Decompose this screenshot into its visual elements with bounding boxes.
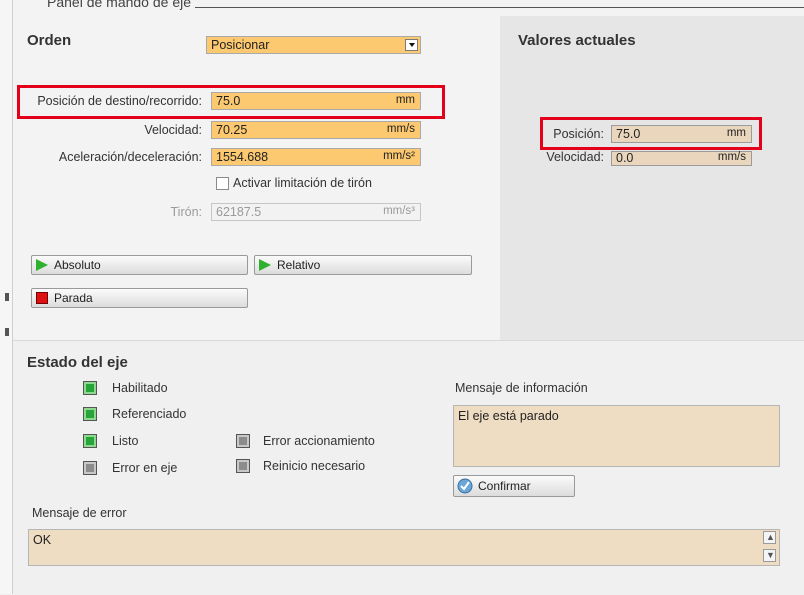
status-led-axis-error (83, 461, 97, 475)
stop-icon (36, 292, 48, 304)
highlight-target-box (17, 85, 445, 119)
confirm-icon (457, 478, 473, 494)
play-icon (259, 259, 271, 271)
info-message-box: El eje está parado (453, 405, 780, 467)
relative-button-label: Relativo (277, 258, 321, 272)
info-message-text: El eje está parado (458, 409, 559, 423)
left-edge-strip (0, 0, 13, 594)
actual-velocity-field: 0.0 mm/s (611, 151, 752, 166)
status-led-referenced (83, 407, 97, 421)
mode-select[interactable]: Posicionar (206, 36, 421, 54)
scroll-down-button[interactable]: ▼ (763, 549, 776, 562)
jerk-label: Tirón: (170, 205, 203, 219)
actual-velocity-label: Velocidad: (546, 150, 604, 164)
current-values-panel (500, 16, 804, 340)
status-led-restart-required (236, 459, 250, 473)
chevron-down-icon[interactable] (405, 39, 418, 51)
acceleration-label: Aceleración/deceleración: (58, 150, 202, 164)
absolute-button-label: Absoluto (54, 258, 101, 272)
play-icon (36, 259, 48, 271)
jerk-field[interactable]: 62187.5 mm/s³ (211, 203, 421, 221)
velocity-unit: mm/s (386, 123, 415, 135)
mode-select-value: Posicionar (211, 38, 270, 52)
confirm-button-label: Confirmar (478, 479, 531, 493)
status-led-enabled (83, 381, 97, 395)
chevron-down-icon: ▼ (766, 550, 775, 560)
current-values-title: Valores actuales (518, 32, 636, 49)
jerk-limit-label: Activar limitación de tirón (233, 176, 372, 190)
status-enabled-label: Habilitado (112, 381, 168, 395)
status-led-ready (83, 434, 97, 448)
chevron-up-icon: ▲ (766, 532, 775, 542)
velocity-value: 70.25 (216, 123, 248, 137)
panel-frame-line (188, 7, 804, 8)
status-drive-error-label: Error accionamiento (263, 434, 375, 448)
scroll-up-button[interactable]: ▲ (763, 531, 776, 544)
panel-title: Panel de mando de eje (43, 0, 195, 10)
axis-status-title: Estado del eje (27, 354, 128, 371)
status-restart-required-label: Reinicio necesario (263, 459, 366, 473)
acceleration-value: 1554.688 (216, 150, 269, 164)
error-message-label: Mensaje de error (32, 506, 127, 520)
status-ready-label: Listo (112, 434, 139, 448)
jerk-limit-checkbox[interactable] (216, 177, 229, 190)
highlight-position-box (540, 117, 762, 150)
stop-button-label: Parada (54, 291, 93, 305)
velocity-label: Velocidad: (144, 123, 202, 137)
status-referenced-label: Referenciado (112, 407, 187, 421)
orden-title: Orden (27, 32, 72, 49)
absolute-button[interactable]: Absoluto (31, 255, 248, 275)
error-message-text: OK (33, 533, 52, 547)
actual-velocity-value: 0.0 (616, 151, 634, 165)
acceleration-field[interactable]: 1554.688 mm/s² (211, 148, 421, 166)
collapse-handle-icon[interactable] (5, 293, 9, 301)
acceleration-unit: mm/s² (383, 150, 415, 162)
jerk-unit: mm/s³ (383, 205, 415, 217)
expand-handle-icon[interactable] (5, 328, 9, 336)
stop-button[interactable]: Parada (31, 288, 248, 308)
jerk-value: 62187.5 (216, 205, 262, 219)
confirm-button[interactable]: Confirmar (453, 475, 575, 497)
error-message-box: OK (28, 529, 780, 566)
status-led-drive-error (236, 434, 250, 448)
actual-velocity-unit: mm/s (717, 151, 746, 163)
status-axis-error-label: Error en eje (112, 461, 178, 475)
relative-button[interactable]: Relativo (254, 255, 472, 275)
info-message-label: Mensaje de información (455, 381, 588, 395)
velocity-field[interactable]: 70.25 mm/s (211, 121, 421, 139)
